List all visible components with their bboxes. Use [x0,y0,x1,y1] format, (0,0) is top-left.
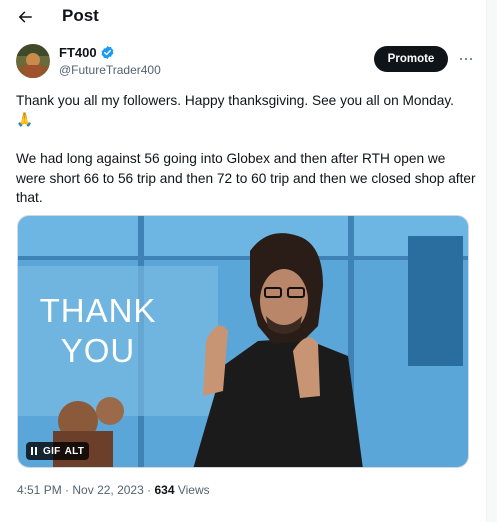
author-row: FT400 @FutureTrader400 Promote [16,44,476,84]
scrollbar[interactable] [487,0,497,522]
gif-badge[interactable]: GIF ALT [26,442,90,460]
display-name[interactable]: FT400 [59,45,97,60]
overlay-line-1: THANK [39,292,157,329]
more-button[interactable] [454,47,478,71]
name-line: FT400 [59,45,115,60]
alt-label[interactable]: ALT [65,446,85,457]
gif-overlay-text: THANK YOU [18,291,178,371]
back-arrow-icon [18,11,32,23]
page-title: Post [62,6,99,25]
tweet-line-1: Thank you all my followers. Happy thanks… [16,91,476,130]
separator: · [65,483,70,497]
avatar[interactable] [16,44,50,78]
avatar-image [16,44,50,78]
tweet-line-1-text: Thank you all my followers. Happy thanks… [16,93,454,108]
back-button[interactable] [10,3,40,31]
separator: · [147,483,152,497]
views-label: Views [177,483,210,497]
tweet-text: Thank you all my followers. Happy thanks… [16,91,476,207]
gif-label: GIF [43,445,61,457]
promote-button[interactable]: Promote [374,46,448,72]
post-page: Post FT400 @FutureTrader400 Promote Than… [0,0,487,522]
post-time[interactable]: 4:51 PM [17,483,62,497]
post-meta: 4:51 PM · Nov 22, 2023 · 634 Views [17,483,210,497]
tweet-paragraph-2: We had long against 56 going into Globex… [16,151,476,206]
overlay-line-2: YOU [60,332,136,369]
handle[interactable]: @FutureTrader400 [59,63,161,77]
post-header: Post [0,0,486,34]
gif-media[interactable]: THANK YOU GIF ALT [17,215,469,468]
more-icon [459,57,463,61]
views-count: 634 [154,483,175,497]
pause-icon[interactable] [31,447,37,455]
verified-badge-icon[interactable] [100,45,115,60]
pray-emoji: 🙏 [16,112,34,128]
post-date[interactable]: Nov 22, 2023 [72,483,143,497]
